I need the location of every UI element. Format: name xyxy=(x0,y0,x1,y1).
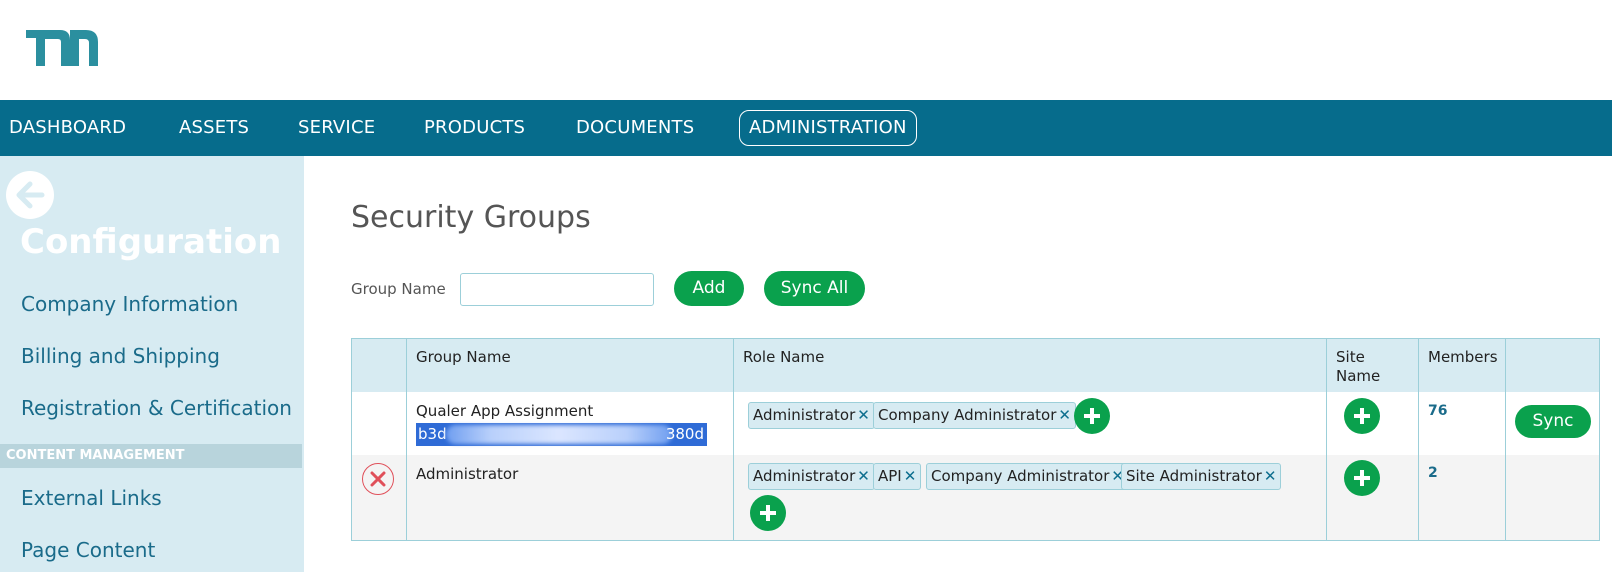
sidebar-item-billing-and-shipping[interactable]: Billing and Shipping xyxy=(21,344,220,368)
security-groups-table: Group Name Role Name Site Name Members Q… xyxy=(351,338,1600,541)
column-divider xyxy=(1326,339,1327,540)
x-icon[interactable]: ✕ xyxy=(857,406,870,424)
add-role-button[interactable] xyxy=(750,495,786,531)
sidebar-item-page-content[interactable]: Page Content xyxy=(21,538,155,562)
nav-item-documents[interactable]: DOCUMENTS xyxy=(576,100,694,156)
site-name-line2: Name xyxy=(1336,367,1381,385)
group-name-cell: Qualer App Assignment xyxy=(416,402,594,420)
sync-all-button[interactable]: Sync All xyxy=(764,271,865,306)
role-chip-label: Administrator xyxy=(753,406,856,424)
sidebar-section-header: CONTENT MANAGEMENT xyxy=(0,444,302,468)
x-icon[interactable]: ✕ xyxy=(904,467,917,485)
sidebar-item-registration-certification[interactable]: Registration & Certification xyxy=(21,396,292,420)
group-id-selected-text[interactable]: b3d 380d xyxy=(416,423,707,446)
column-header-members: Members xyxy=(1428,348,1498,366)
group-name-label: Group Name xyxy=(351,280,446,298)
nav-item-administration[interactable]: ADMINISTRATION xyxy=(739,110,917,146)
sync-button[interactable]: Sync xyxy=(1515,405,1591,438)
arrow-left-icon xyxy=(16,181,45,209)
column-divider xyxy=(1505,339,1506,540)
column-header-role-name: Role Name xyxy=(743,348,825,366)
back-button[interactable] xyxy=(6,171,54,219)
company-logo[interactable] xyxy=(26,30,100,70)
x-icon[interactable]: ✕ xyxy=(1264,467,1277,485)
members-count-link[interactable]: 2 xyxy=(1428,465,1438,481)
table-header xyxy=(352,339,1599,392)
add-button[interactable]: Add xyxy=(674,271,744,306)
members-count-link[interactable]: 76 xyxy=(1428,403,1447,419)
group-id-end: 380d xyxy=(665,425,704,443)
sidebar-item-external-links[interactable]: External Links xyxy=(21,486,162,510)
column-divider xyxy=(1418,339,1419,540)
nav-item-products[interactable]: PRODUCTS xyxy=(424,100,525,156)
role-chip-label: Company Administrator xyxy=(878,406,1057,424)
role-chip-label: Administrator xyxy=(753,467,856,485)
column-header-group-name: Group Name xyxy=(416,348,511,366)
role-chip-label: API xyxy=(878,467,902,485)
nav-item-assets[interactable]: ASSETS xyxy=(179,100,249,156)
close-icon xyxy=(370,471,386,487)
page-title: Security Groups xyxy=(351,200,591,235)
role-chip: Administrator ✕ xyxy=(748,402,875,429)
role-chip: Site Administrator ✕ xyxy=(1121,463,1282,490)
group-id-start: b3d xyxy=(418,425,447,443)
add-site-button[interactable] xyxy=(1344,398,1380,434)
add-site-button[interactable] xyxy=(1344,460,1380,496)
header xyxy=(0,0,1612,100)
nav-item-service[interactable]: SERVICE xyxy=(298,100,375,156)
column-header-site-name: Site Name xyxy=(1336,348,1380,386)
role-chip-label: Company Administrator xyxy=(931,467,1110,485)
add-role-button[interactable] xyxy=(1074,398,1110,434)
sidebar-item-company-information[interactable]: Company Information xyxy=(21,292,238,316)
x-icon[interactable]: ✕ xyxy=(1058,406,1071,424)
main-nav: DASHBOARD ASSETS SERVICE PRODUCTS DOCUME… xyxy=(0,100,1612,156)
nav-item-dashboard[interactable]: DASHBOARD xyxy=(9,100,126,156)
sidebar-title: Configuration xyxy=(20,222,282,262)
role-chip: API ✕ xyxy=(873,463,922,490)
column-divider xyxy=(733,339,734,540)
group-name-input[interactable] xyxy=(460,273,654,306)
role-chip: Administrator ✕ xyxy=(748,463,875,490)
group-name-cell: Administrator xyxy=(416,465,519,483)
column-divider xyxy=(406,339,407,540)
role-chip: Company Administrator ✕ xyxy=(873,402,1076,429)
redacted-blur xyxy=(446,425,672,444)
sidebar: Configuration Company Information Billin… xyxy=(0,156,304,572)
role-chip-label: Site Administrator xyxy=(1126,467,1262,485)
delete-group-button[interactable] xyxy=(362,463,394,495)
role-chip: Company Administrator ✕ xyxy=(926,463,1129,490)
x-icon[interactable]: ✕ xyxy=(857,467,870,485)
site-name-line1: Site xyxy=(1336,348,1365,366)
